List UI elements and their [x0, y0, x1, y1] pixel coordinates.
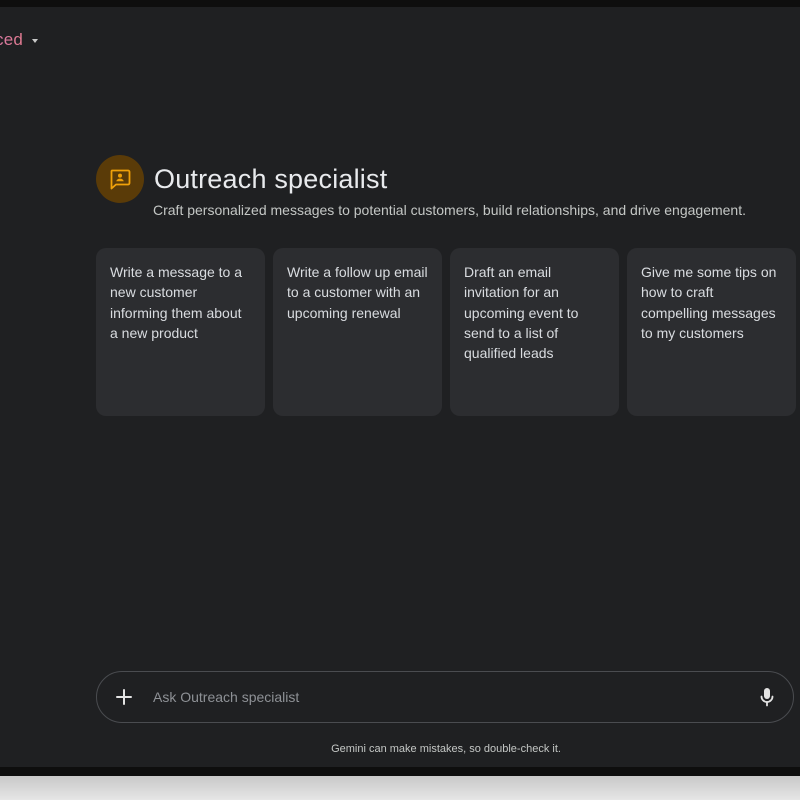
suggestion-text: Write a message to a new customer inform…	[110, 264, 243, 341]
gem-avatar	[96, 155, 144, 203]
device-frame: ced Outreach specialist Craft personaliz…	[0, 0, 800, 776]
prompt-input[interactable]	[151, 681, 747, 713]
microphone-button[interactable]	[747, 677, 787, 717]
suggestion-card[interactable]: Write a message to a new customer inform…	[96, 248, 265, 416]
suggestion-text: Write a follow up email to a customer wi…	[287, 264, 428, 321]
prompt-bar	[96, 671, 794, 723]
gem-header: Outreach specialist	[96, 155, 387, 203]
app-screen: ced Outreach specialist Craft personaliz…	[0, 7, 800, 767]
add-attachment-button[interactable]	[102, 675, 146, 719]
model-label: ced	[0, 30, 23, 50]
disclaimer-text: Gemini can make mistakes, so double-chec…	[331, 743, 561, 755]
suggestion-text: Draft an email invitation for an upcomin…	[464, 264, 579, 362]
bottom-edge	[0, 776, 800, 800]
suggestion-card[interactable]: Write a follow up email to a customer wi…	[273, 248, 442, 416]
suggestion-text: Give me some tips on how to craft compel…	[641, 264, 777, 341]
gem-description: Craft personalized messages to potential…	[153, 202, 746, 218]
model-selector[interactable]: ced	[0, 29, 39, 51]
microphone-icon	[760, 688, 774, 707]
chat-bubble-person-icon	[110, 169, 131, 190]
plus-icon	[116, 689, 132, 705]
caret-down-icon	[32, 38, 39, 43]
suggestion-cards: Write a message to a new customer inform…	[96, 248, 796, 416]
suggestion-card[interactable]: Draft an email invitation for an upcomin…	[450, 248, 619, 416]
suggestion-card[interactable]: Give me some tips on how to craft compel…	[627, 248, 796, 416]
gem-title: Outreach specialist	[154, 163, 388, 194]
